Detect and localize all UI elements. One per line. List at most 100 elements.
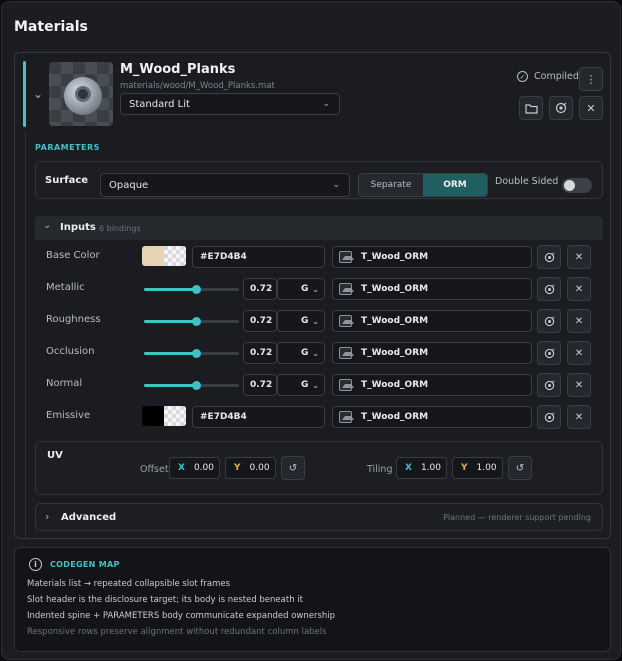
texture-field[interactable]: T_Wood_ORM <box>332 278 532 300</box>
compile-status-label: Compiled <box>534 71 579 82</box>
packing-mode-toggle: Separate ORM <box>358 173 488 197</box>
close-icon: ✕ <box>574 379 584 391</box>
surface-label: Surface <box>45 175 89 186</box>
double-sided-label: Double Sided <box>495 176 559 187</box>
channel-select[interactable]: G ⌄ <box>277 310 325 332</box>
reset-tiling-button[interactable]: ↺ <box>508 456 532 480</box>
tiling-x-field[interactable]: X 1.00 <box>396 457 447 479</box>
color-swatch[interactable] <box>142 246 186 266</box>
parameters-section-label: PARAMETERS <box>35 143 100 152</box>
image-icon <box>339 411 354 423</box>
double-sided-toggle[interactable] <box>562 178 592 193</box>
uv-section: UV Offset X 0.00 Y 0.00 ↺ Tiling X 1.00 … <box>35 441 603 495</box>
material-thumbnail <box>49 62 113 126</box>
input-label: Base Color <box>46 250 100 261</box>
surface-select-value: Opaque <box>109 179 149 191</box>
chevron-down-icon: ⌄ <box>312 316 319 326</box>
more-options-button[interactable]: ⋮ <box>579 67 603 91</box>
close-icon: ✕ <box>574 347 584 359</box>
advanced-section[interactable]: › Advanced Planned — renderer support pe… <box>35 503 603 531</box>
input-label: Occlusion <box>46 346 95 357</box>
surface-select[interactable]: Opaque ⌄ <box>100 173 350 197</box>
value-slider[interactable] <box>144 285 239 294</box>
folder-open-icon <box>524 103 538 114</box>
locate-texture-button[interactable] <box>537 245 561 269</box>
offset-y-field[interactable]: Y 0.00 <box>225 457 276 479</box>
locate-texture-button[interactable] <box>537 277 561 301</box>
channel-select[interactable]: G ⌄ <box>277 278 325 300</box>
texture-field[interactable]: T_Wood_ORM <box>332 374 532 396</box>
advanced-note: Planned — renderer support pending <box>443 513 591 522</box>
clear-binding-button[interactable]: ✕ <box>567 405 591 429</box>
hex-field[interactable]: #E7D4B4 <box>192 406 325 428</box>
hex-field[interactable]: #E7D4B4 <box>192 246 325 268</box>
locate-texture-button[interactable] <box>537 309 561 333</box>
reset-icon: ↺ <box>515 462 525 474</box>
chevron-down-icon: ⌄ <box>312 284 319 294</box>
value-slider[interactable] <box>144 381 239 390</box>
shader-select[interactable]: Standard Lit ⌄ <box>120 93 340 115</box>
value-field[interactable]: 0.72 <box>243 342 277 364</box>
texture-field[interactable]: T_Wood_ORM <box>332 246 532 268</box>
close-icon: ✕ <box>574 315 584 327</box>
locate-texture-button[interactable] <box>537 373 561 397</box>
uv-title: UV <box>47 450 63 461</box>
input-label: Normal <box>46 378 83 389</box>
compile-status: ✓ Compiled <box>517 71 579 82</box>
input-row: Emissive #E7D4B4 T_Wood_ORM ✕ <box>35 401 603 433</box>
panel-title: Materials <box>14 19 88 35</box>
locate-texture-button[interactable] <box>537 341 561 365</box>
codegen-title: CODEGEN MAP <box>50 560 120 569</box>
inputs-title: Inputs <box>60 222 96 233</box>
chevron-down-icon[interactable]: ⌄ <box>33 87 43 101</box>
offset-label: Offset <box>140 464 169 475</box>
image-icon <box>339 251 354 263</box>
input-label: Roughness <box>46 314 101 325</box>
tiling-y-field[interactable]: Y 1.00 <box>452 457 503 479</box>
close-icon: ✕ <box>574 251 584 263</box>
chevron-right-icon: › <box>45 510 50 523</box>
material-slot: ⌄ M_Wood_Planks materials/wood/M_Wood_Pl… <box>14 52 611 539</box>
value-slider[interactable] <box>144 349 239 358</box>
codegen-line: Indented spine + PARAMETERS body communi… <box>27 611 336 621</box>
input-row: Roughness 0.72 G ⌄ T_Wood_ORM ✕ <box>35 305 603 337</box>
channel-select[interactable]: G ⌄ <box>277 374 325 396</box>
value-field[interactable]: 0.72 <box>243 374 277 396</box>
target-icon <box>555 102 567 114</box>
more-vertical-icon: ⋮ <box>585 72 597 86</box>
inputs-header[interactable]: ⌄ Inputs 6 bindings <box>35 216 603 240</box>
clear-binding-button[interactable]: ✕ <box>567 277 591 301</box>
clear-binding-button[interactable]: ✕ <box>567 373 591 397</box>
clear-binding-button[interactable]: ✕ <box>567 309 591 333</box>
codegen-line: Responsive rows preserve alignment witho… <box>27 627 327 637</box>
clear-binding-button[interactable]: ✕ <box>567 245 591 269</box>
channel-select[interactable]: G ⌄ <box>277 342 325 364</box>
close-icon: ✕ <box>574 283 584 295</box>
remove-slot-button[interactable]: ✕ <box>579 96 603 120</box>
target-icon <box>544 348 554 358</box>
input-label: Emissive <box>46 410 91 421</box>
value-field[interactable]: 0.72 <box>243 310 277 332</box>
offset-x-field[interactable]: X 0.00 <box>169 457 220 479</box>
materials-panel: Materials ⌄ M_Wood_Planks materials/wood… <box>1 1 621 660</box>
reset-offset-button[interactable]: ↺ <box>281 456 305 480</box>
open-folder-button[interactable] <box>519 96 543 120</box>
locate-button[interactable] <box>549 96 573 120</box>
locate-texture-button[interactable] <box>537 405 561 429</box>
input-row: Normal 0.72 G ⌄ T_Wood_ORM ✕ <box>35 369 603 401</box>
target-icon <box>544 252 554 262</box>
color-swatch[interactable] <box>142 406 186 426</box>
material-name: M_Wood_Planks <box>120 62 236 77</box>
texture-field[interactable]: T_Wood_ORM <box>332 342 532 364</box>
orm-mode-button[interactable]: ORM <box>423 174 487 196</box>
separate-mode-button[interactable]: Separate <box>359 174 423 196</box>
texture-field[interactable]: T_Wood_ORM <box>332 406 532 428</box>
texture-field[interactable]: T_Wood_ORM <box>332 310 532 332</box>
chevron-down-icon: ⌄ <box>312 380 319 390</box>
shader-select-value: Standard Lit <box>129 98 190 110</box>
value-slider[interactable] <box>144 317 239 326</box>
material-path: materials/wood/M_Wood_Planks.mat <box>120 81 275 91</box>
value-field[interactable]: 0.72 <box>243 278 277 300</box>
clear-binding-button[interactable]: ✕ <box>567 341 591 365</box>
info-icon: i <box>29 558 42 571</box>
